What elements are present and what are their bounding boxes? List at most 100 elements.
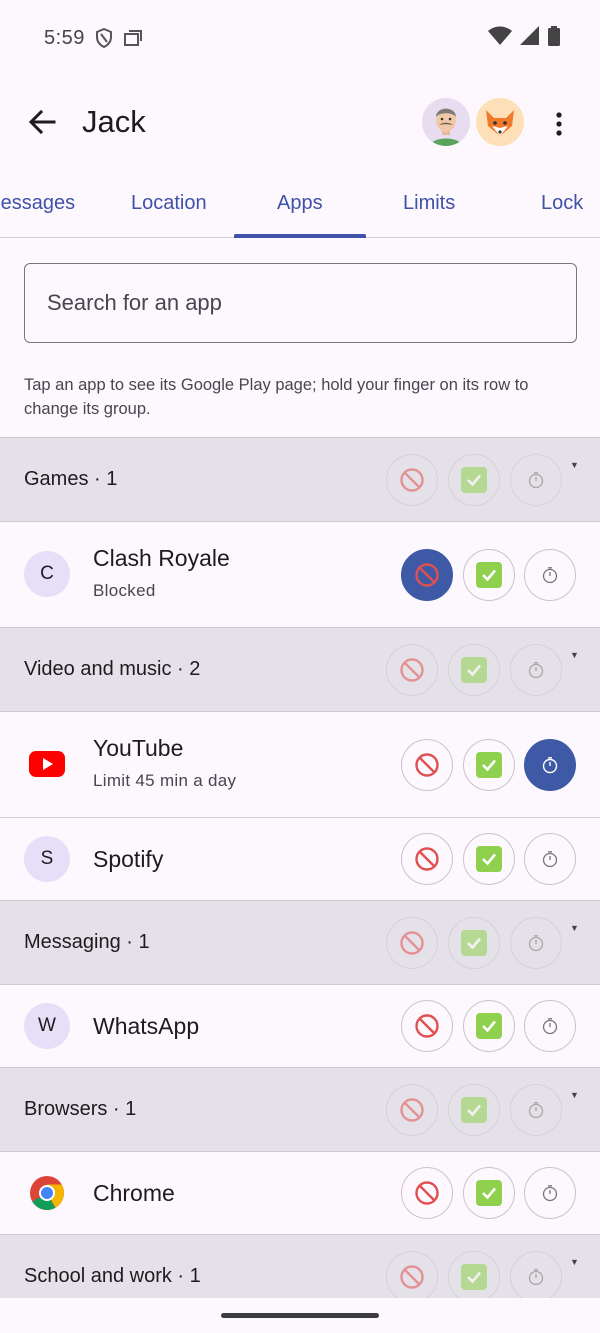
help-text: Tap an app to see its Google Play page; … (24, 376, 529, 418)
timer-icon (528, 1269, 544, 1286)
signal-icon (520, 26, 540, 52)
block-icon (415, 753, 439, 777)
check-icon (461, 1097, 487, 1123)
app-name: YouTube (93, 735, 184, 761)
chrome-icon (24, 1170, 70, 1216)
navigation-bar (0, 1298, 600, 1333)
timer-icon (528, 662, 544, 679)
active-tab-indicator (234, 234, 366, 238)
block-button[interactable] (401, 833, 453, 885)
dropdown-caret-icon[interactable]: ▼ (570, 650, 579, 660)
group-allow-button[interactable] (448, 1084, 500, 1136)
check-icon (476, 1013, 502, 1039)
dropdown-caret-icon[interactable]: ▼ (570, 923, 579, 933)
block-icon (400, 1265, 424, 1289)
app-row-clash-royale[interactable]: C Clash Royale Blocked (0, 521, 600, 627)
app-name: Clash Royale (93, 545, 230, 571)
group-block-button[interactable] (386, 1084, 438, 1136)
block-icon (400, 931, 424, 955)
battery-icon (548, 26, 560, 52)
group-allow-button[interactable] (448, 917, 500, 969)
block-icon (415, 1014, 439, 1038)
limit-button[interactable] (524, 833, 576, 885)
group-label: School and work · 1 (24, 1265, 201, 1287)
timer-icon (542, 757, 558, 774)
group-block-button[interactable] (386, 1251, 438, 1303)
tab-lock[interactable]: Lock (541, 192, 583, 215)
allow-button[interactable] (463, 1000, 515, 1052)
group-header-messaging[interactable]: Messaging · 1 ▼ (0, 900, 600, 984)
check-icon (476, 562, 502, 588)
block-button[interactable] (401, 739, 453, 791)
check-icon (461, 1264, 487, 1290)
limit-button[interactable] (524, 1000, 576, 1052)
limit-button[interactable] (524, 739, 576, 791)
group-allow-button[interactable] (448, 454, 500, 506)
group-block-button[interactable] (386, 917, 438, 969)
app-row-whatsapp[interactable]: W WhatsApp (0, 984, 600, 1067)
group-label: Video and music · 2 (24, 658, 201, 680)
timer-icon (528, 935, 544, 952)
timer-icon (528, 1102, 544, 1119)
more-vert-icon (556, 112, 562, 136)
block-button[interactable] (401, 1000, 453, 1052)
group-limit-button[interactable] (510, 917, 562, 969)
search-input[interactable]: Search for an app (24, 263, 577, 343)
timer-icon (542, 851, 558, 868)
group-limit-button[interactable] (510, 644, 562, 696)
app-initial-icon: W (24, 1003, 70, 1049)
allow-button[interactable] (463, 833, 515, 885)
more-options-button[interactable] (544, 104, 574, 144)
page-title: Jack (82, 104, 146, 139)
tab-location[interactable]: Location (131, 192, 207, 215)
group-allow-button[interactable] (448, 1251, 500, 1303)
group-limit-button[interactable] (510, 1251, 562, 1303)
dropdown-caret-icon[interactable]: ▼ (570, 1257, 579, 1267)
limit-button[interactable] (524, 1167, 576, 1219)
allow-button[interactable] (463, 549, 515, 601)
app-name: WhatsApp (93, 1013, 200, 1039)
tab-limits[interactable]: Limits (403, 192, 455, 215)
group-block-button[interactable] (386, 454, 438, 506)
check-icon (461, 657, 487, 683)
check-icon (476, 846, 502, 872)
timer-icon (542, 1185, 558, 1202)
tab-bar: Messages Location Apps Limits Lock (0, 168, 600, 238)
check-icon (461, 930, 487, 956)
app-bar: Jack (0, 76, 600, 168)
allow-button[interactable] (463, 739, 515, 791)
gesture-handle[interactable] (221, 1313, 379, 1318)
status-time: 5:59 (44, 26, 85, 49)
group-block-button[interactable] (386, 644, 438, 696)
timer-icon (542, 567, 558, 584)
tab-messages[interactable]: Messages (0, 192, 75, 215)
block-button[interactable] (401, 549, 453, 601)
app-list: Games · 1 ▼ C Clash Royale Blocked Video… (0, 437, 600, 1318)
dropdown-caret-icon[interactable]: ▼ (570, 460, 579, 470)
group-label: Games · 1 (24, 468, 118, 490)
wifi-icon (488, 26, 512, 52)
block-icon (400, 468, 424, 492)
dropdown-caret-icon[interactable]: ▼ (570, 1090, 579, 1100)
block-button[interactable] (401, 1167, 453, 1219)
parent-avatar[interactable] (422, 98, 470, 146)
group-header-browsers[interactable]: Browsers · 1 ▼ (0, 1067, 600, 1151)
timer-icon (542, 1018, 558, 1035)
child-avatar[interactable] (476, 98, 524, 146)
group-header-games[interactable]: Games · 1 ▼ (0, 437, 600, 521)
app-row-spotify[interactable]: S Spotify (0, 817, 600, 900)
app-initial-icon: S (24, 836, 70, 882)
group-header-video-and-music[interactable]: Video and music · 2 ▼ (0, 627, 600, 711)
status-bar: 5:59 (0, 0, 600, 76)
app-name: Chrome (93, 1180, 175, 1206)
allow-button[interactable] (463, 1167, 515, 1219)
app-row-chrome[interactable]: Chrome (0, 1151, 600, 1234)
group-label: Messaging · 1 (24, 931, 150, 953)
app-row-youtube[interactable]: YouTube Limit 45 min a day (0, 711, 600, 817)
group-allow-button[interactable] (448, 644, 500, 696)
tab-apps[interactable]: Apps (277, 192, 323, 215)
back-button[interactable] (22, 102, 62, 142)
group-limit-button[interactable] (510, 454, 562, 506)
limit-button[interactable] (524, 549, 576, 601)
group-limit-button[interactable] (510, 1084, 562, 1136)
